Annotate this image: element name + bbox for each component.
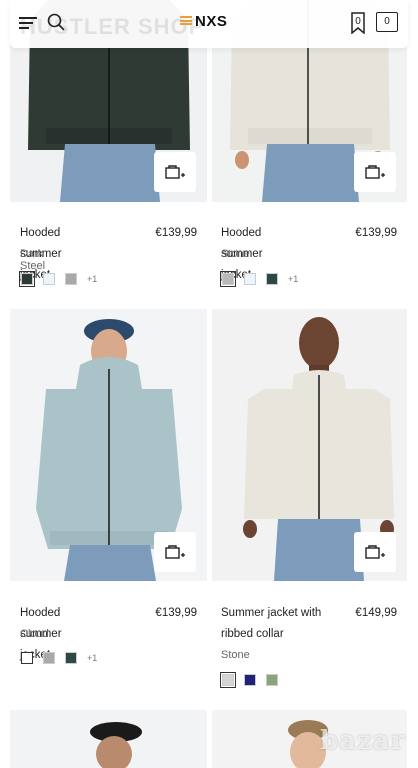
product-color: Cloud — [20, 628, 49, 640]
more-colors-count[interactable]: +1 — [87, 274, 97, 284]
watermark-logo: bazar — [320, 726, 406, 756]
menu-icon[interactable] — [19, 16, 37, 30]
product-price: €139,99 — [155, 227, 197, 239]
color-swatch[interactable] — [220, 672, 236, 688]
logo-text: NXS — [195, 13, 228, 30]
quick-add-button[interactable] — [154, 532, 196, 572]
color-swatches — [220, 672, 278, 688]
product-listing-page: HUSTLER SHOP NXS 0 0 Hooded summer jacke… — [0, 0, 418, 768]
color-swatch[interactable] — [65, 652, 77, 664]
color-swatches: +1 — [19, 271, 97, 287]
more-colors-count[interactable]: +1 — [87, 653, 97, 663]
color-swatch[interactable] — [244, 674, 256, 686]
color-swatch[interactable] — [21, 652, 33, 664]
color-swatch[interactable] — [220, 271, 236, 287]
product-name[interactable]: Summer jacket with ribbed collar — [221, 603, 331, 645]
add-to-bag-icon — [365, 165, 385, 179]
product-image[interactable] — [10, 710, 207, 768]
add-to-bag-icon — [365, 545, 385, 559]
product-price: €139,99 — [355, 227, 397, 239]
brand-logo[interactable]: NXS — [180, 13, 227, 30]
add-to-bag-icon — [165, 165, 185, 179]
color-swatch[interactable] — [266, 674, 278, 686]
quick-add-button[interactable] — [354, 152, 396, 192]
color-swatch[interactable] — [43, 652, 55, 664]
color-swatches: +1 — [21, 652, 97, 664]
color-swatches: +1 — [220, 271, 298, 287]
product-color: Stone — [221, 649, 250, 661]
header: HUSTLER SHOP NXS 0 0 — [10, 0, 408, 48]
more-colors-count[interactable]: +1 — [288, 274, 298, 284]
color-swatch[interactable] — [244, 273, 256, 285]
product-price: €139,99 — [155, 607, 197, 619]
color-swatch[interactable] — [266, 273, 278, 285]
quick-add-button[interactable] — [154, 152, 196, 192]
cart-button[interactable]: 0 — [376, 12, 398, 32]
quick-add-button[interactable] — [354, 532, 396, 572]
wishlist-button[interactable]: 0 — [350, 12, 366, 35]
cart-count: 0 — [384, 16, 390, 27]
color-swatch[interactable] — [43, 273, 55, 285]
product-color: Stone — [221, 248, 250, 260]
search-icon[interactable] — [46, 12, 66, 32]
product-price: €149,99 — [355, 607, 397, 619]
wishlist-count: 0 — [355, 16, 361, 27]
product-color: Dark Steel — [20, 248, 46, 272]
color-swatch[interactable] — [19, 271, 35, 287]
color-swatch[interactable] — [65, 273, 77, 285]
add-to-bag-icon — [165, 545, 185, 559]
logo-mark-icon — [180, 16, 192, 25]
